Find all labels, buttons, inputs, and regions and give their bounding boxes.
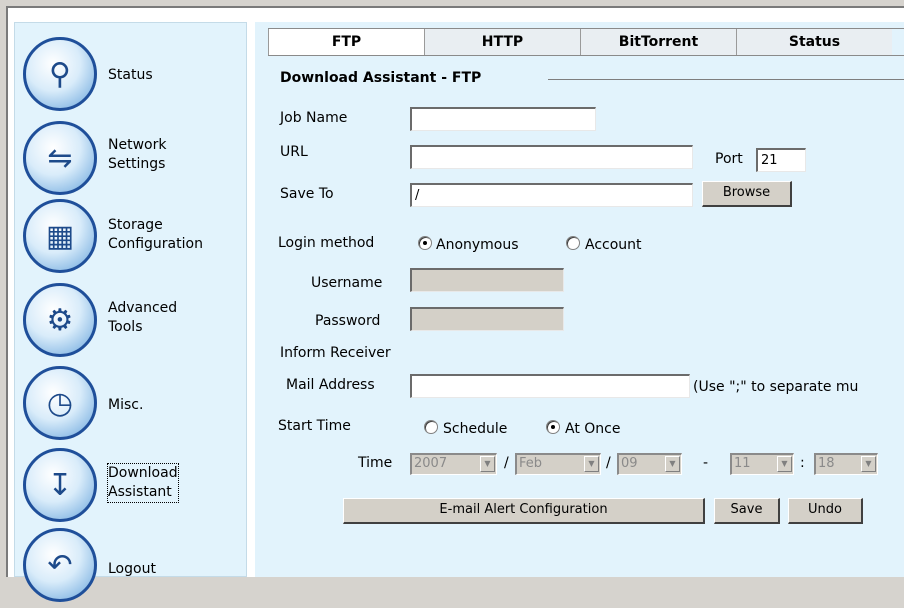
storage-grid-icon: ▦: [23, 199, 97, 273]
date-separator: /: [504, 455, 509, 471]
section-title: Download Assistant - FTP: [280, 70, 490, 86]
sidebar-item-label: Advanced Tools: [108, 300, 178, 335]
sidebar-item-status[interactable]: ⚲ Status: [15, 37, 245, 117]
main-panel: [255, 22, 904, 577]
sidebar-item-misc[interactable]: ◷ Misc.: [15, 366, 245, 446]
time-colon: :: [800, 455, 805, 471]
time-separator: -: [703, 455, 709, 471]
schedule-radio[interactable]: [424, 420, 438, 434]
at-once-option-label: At Once: [565, 421, 621, 437]
mail-address-input[interactable]: [410, 374, 690, 398]
anonymous-radio[interactable]: [418, 236, 432, 250]
hour-select[interactable]: 11 ▼: [730, 453, 794, 475]
year-value: 2007: [414, 456, 448, 471]
sidebar-item-storage-configuration[interactable]: ▦ Storage Configuration: [15, 199, 245, 279]
gears-icon: ⚙: [23, 283, 97, 357]
mail-address-label: Mail Address: [286, 377, 375, 393]
chevron-down-icon: ▼: [665, 456, 680, 472]
sidebar-item-label: Download Assistant: [107, 463, 179, 503]
tab-bar: FTP HTTP BitTorrent Status: [268, 28, 904, 56]
year-select[interactable]: 2007 ▼: [410, 453, 497, 475]
schedule-option-label: Schedule: [443, 421, 508, 437]
minute-select[interactable]: 18 ▼: [814, 453, 878, 475]
date-separator: /: [606, 455, 611, 471]
day-select[interactable]: 09 ▼: [617, 453, 682, 475]
tab-ftp[interactable]: FTP: [268, 29, 424, 55]
day-value: 09: [621, 456, 638, 471]
sidebar-item-label: Status: [108, 67, 153, 83]
username-input[interactable]: [410, 268, 564, 292]
password-label: Password: [315, 313, 381, 329]
chevron-down-icon: ▼: [777, 456, 792, 472]
email-alert-configuration-button[interactable]: E-mail Alert Configuration: [343, 498, 705, 524]
job-name-label: Job Name: [280, 110, 348, 126]
password-input[interactable]: [410, 307, 564, 331]
save-button[interactable]: Save: [714, 498, 780, 524]
job-name-input[interactable]: [410, 107, 596, 131]
chevron-down-icon: ▼: [480, 456, 495, 472]
at-once-radio[interactable]: [546, 420, 560, 434]
sidebar-item-label: Logout: [108, 561, 156, 577]
account-radio[interactable]: [566, 236, 580, 250]
sidebar-item-logout[interactable]: ↶ Logout: [15, 528, 245, 608]
mail-address-hint: (Use ";" to separate mu: [693, 379, 859, 395]
sidebar: ⚲ Status ⇋ Network Settings ▦ Storage Co…: [14, 22, 247, 602]
download-tray-icon: ↧: [23, 448, 97, 522]
sidebar-item-advanced-tools[interactable]: ⚙ Advanced Tools: [15, 283, 245, 363]
anonymous-option-label: Anonymous: [436, 237, 519, 253]
url-input[interactable]: [410, 145, 693, 169]
back-arrow-icon: ↶: [23, 528, 97, 602]
network-icon: ⇋: [23, 121, 97, 195]
chevron-down-icon: ▼: [861, 456, 876, 472]
time-label: Time: [358, 455, 393, 471]
minute-value: 18: [818, 456, 835, 471]
browse-button[interactable]: Browse: [702, 181, 792, 207]
username-label: Username: [311, 275, 383, 291]
inform-receiver-label: Inform Receiver: [280, 345, 391, 361]
undo-button[interactable]: Undo: [788, 498, 863, 524]
chevron-down-icon: ▼: [584, 456, 599, 472]
sidebar-item-label: Network Settings: [108, 137, 167, 172]
account-option-label: Account: [585, 237, 642, 253]
port-label: Port: [715, 151, 743, 167]
url-label: URL: [280, 144, 308, 160]
start-time-label: Start Time: [278, 418, 351, 434]
tab-status[interactable]: Status: [736, 29, 892, 55]
hour-value: 11: [734, 456, 751, 471]
sidebar-item-label: Misc.: [108, 397, 144, 413]
sidebar-item-download-assistant[interactable]: ↧ Download Assistant: [15, 448, 245, 528]
tab-bittorrent[interactable]: BitTorrent: [580, 29, 736, 55]
sidebar-item-network-settings[interactable]: ⇋ Network Settings: [15, 121, 245, 201]
month-value: Feb: [519, 456, 543, 471]
tab-http[interactable]: HTTP: [424, 29, 580, 55]
save-to-input[interactable]: [410, 183, 693, 207]
save-to-label: Save To: [280, 186, 334, 202]
sidebar-item-label: Storage Configuration: [108, 217, 203, 252]
login-method-label: Login method: [278, 235, 375, 251]
month-select[interactable]: Feb ▼: [515, 453, 601, 475]
clock-icon: ◷: [23, 366, 97, 440]
section-divider: [548, 79, 904, 80]
port-input[interactable]: [756, 148, 806, 172]
magnifier-icon: ⚲: [23, 37, 97, 111]
